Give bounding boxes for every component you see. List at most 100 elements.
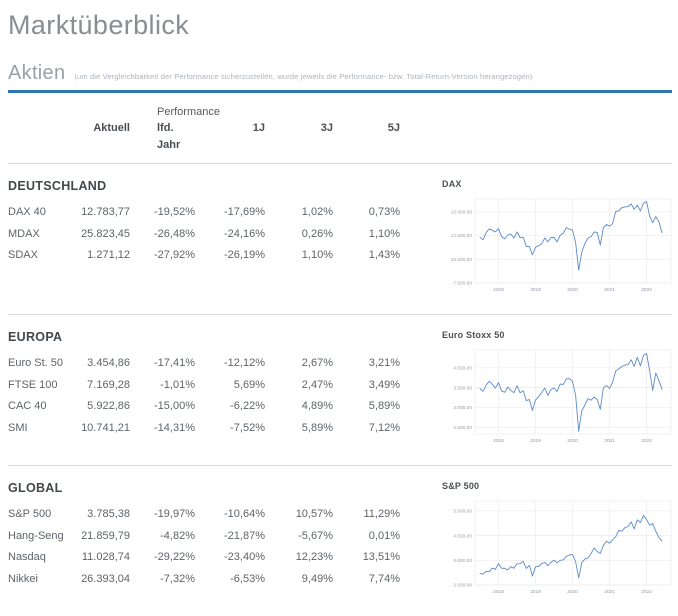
value-5j: 13,51%	[333, 547, 400, 569]
value-1j: -12,12%	[195, 353, 265, 375]
dax-chart: 7.500,0010.000,0012.500,0015.000,0020182…	[442, 195, 672, 295]
value-aktuell: 21.859,79	[70, 526, 130, 548]
accent-rule	[8, 90, 672, 93]
value-1j: 5,69%	[195, 375, 265, 397]
svg-text:15.000,00: 15.000,00	[451, 210, 473, 216]
value-aktuell: 3.785,38	[70, 504, 130, 526]
svg-text:7.500,00: 7.500,00	[453, 281, 472, 287]
value-1j: -17,69%	[195, 202, 265, 224]
svg-text:10.000,00: 10.000,00	[451, 257, 473, 263]
section-europa: EUROPA Euro St. 50 3.454,86 -17,41% -12,…	[8, 315, 672, 465]
value-1j: -10,64%	[195, 504, 265, 526]
svg-text:12.500,00: 12.500,00	[451, 233, 473, 239]
svg-text:2019: 2019	[530, 287, 541, 293]
col-header-3j: 3J	[265, 120, 333, 154]
table-row: DAX 40 12.783,77 -19,52% -17,69% 1,02% 0…	[8, 202, 410, 224]
svg-text:2020: 2020	[567, 287, 578, 293]
value-lfd-jahr: -1,01%	[130, 375, 195, 397]
svg-text:2018: 2018	[493, 438, 504, 444]
svg-text:3.000,00: 3.000,00	[453, 558, 472, 564]
value-5j: 0,73%	[333, 202, 400, 224]
value-aktuell: 26.393,04	[70, 569, 130, 591]
svg-text:5.000,00: 5.000,00	[453, 509, 472, 515]
value-5j: 5,89%	[333, 396, 400, 418]
index-label: Euro St. 50	[8, 353, 70, 375]
svg-text:2022: 2022	[641, 438, 652, 444]
chart-title-sp500: S&P 500	[442, 481, 672, 491]
value-3j: 0,26%	[265, 224, 333, 246]
page-title: Marktüberblick	[8, 10, 672, 41]
value-5j: 7,12%	[333, 418, 400, 440]
value-5j: 1,43%	[333, 245, 400, 267]
value-5j: 0,01%	[333, 526, 400, 548]
svg-text:2019: 2019	[530, 589, 541, 595]
svg-text:2021: 2021	[604, 438, 615, 444]
performance-group-label: Performance	[130, 105, 265, 120]
col-header-index	[8, 120, 70, 154]
value-3j: 9,49%	[265, 569, 333, 591]
value-aktuell: 7.169,28	[70, 375, 130, 397]
chart-title-euro-stoxx: Euro Stoxx 50	[442, 330, 672, 340]
value-aktuell: 12.783,77	[70, 202, 130, 224]
euro-stoxx-chart: 2.500,003.000,003.500,004.000,0020182019…	[442, 346, 672, 446]
svg-text:4.000,00: 4.000,00	[453, 366, 472, 372]
svg-text:2021: 2021	[604, 287, 615, 293]
value-lfd-jahr: -17,41%	[130, 353, 195, 375]
value-3j: 2,67%	[265, 353, 333, 375]
value-1j: -26,19%	[195, 245, 265, 267]
chart-title-dax: DAX	[442, 179, 672, 189]
market-overview-page: Marktüberblick Aktien (um die Vergleichb…	[0, 0, 678, 616]
value-1j: -23,40%	[195, 547, 265, 569]
value-lfd-jahr: -26,48%	[130, 224, 195, 246]
value-1j: -6,53%	[195, 569, 265, 591]
value-lfd-jahr: -19,52%	[130, 202, 195, 224]
value-aktuell: 25.823,45	[70, 224, 130, 246]
value-3j: 4,89%	[265, 396, 333, 418]
index-label: FTSE 100	[8, 375, 70, 397]
table-row: SMI 10.741,21 -14,31% -7,52% 5,89% 7,12%	[8, 418, 410, 440]
value-lfd-jahr: -14,31%	[130, 418, 195, 440]
value-aktuell: 5.922,86	[70, 396, 130, 418]
index-label: DAX 40	[8, 202, 70, 224]
value-5j: 3,49%	[333, 375, 400, 397]
aktien-heading-row: Aktien (um die Vergleichbarkeit der Perf…	[8, 62, 672, 85]
table-row: S&P 500 3.785,38 -19,97% -10,64% 10,57% …	[8, 504, 410, 526]
value-3j: 10,57%	[265, 504, 333, 526]
value-3j: 12,23%	[265, 547, 333, 569]
value-lfd-jahr: -19,97%	[130, 504, 195, 526]
svg-text:2021: 2021	[604, 589, 615, 595]
value-1j: -21,87%	[195, 526, 265, 548]
value-lfd-jahr: -27,92%	[130, 245, 195, 267]
table-row: SDAX 1.271,12 -27,92% -26,19% 1,10% 1,43…	[8, 245, 410, 267]
col-header-aktuell: Aktuell	[70, 120, 130, 154]
value-aktuell: 10.741,21	[70, 418, 130, 440]
section-deutschland: DEUTSCHLAND DAX 40 12.783,77 -19,52% -17…	[8, 164, 672, 314]
value-lfd-jahr: -29,22%	[130, 547, 195, 569]
value-3j: 1,10%	[265, 245, 333, 267]
table-row: CAC 40 5.922,86 -15,00% -6,22% 4,89% 5,8…	[8, 396, 410, 418]
table-row: Nasdaq 11.028,74 -29,22% -23,40% 12,23% …	[8, 547, 410, 569]
value-1j: -24,16%	[195, 224, 265, 246]
value-1j: -7,52%	[195, 418, 265, 440]
aktien-note: (um die Vergleichbarkeit der Performance…	[74, 72, 532, 83]
index-label: SMI	[8, 418, 70, 440]
index-label: S&P 500	[8, 504, 70, 526]
value-3j: 5,89%	[265, 418, 333, 440]
col-header-1j: 1J	[195, 120, 265, 154]
value-3j: -5,67%	[265, 526, 333, 548]
section-global: GLOBAL S&P 500 3.785,38 -19,97% -10,64% …	[8, 466, 672, 616]
table-row: Nikkei 26.393,04 -7,32% -6,53% 9,49% 7,7…	[8, 569, 410, 591]
col-header-5j: 5J	[333, 120, 400, 154]
value-3j: 2,47%	[265, 375, 333, 397]
table-row: FTSE 100 7.169,28 -1,01% 5,69% 2,47% 3,4…	[8, 375, 410, 397]
col-header-lfd-jahr: lfd. Jahr	[130, 120, 195, 154]
svg-text:2018: 2018	[493, 589, 504, 595]
svg-text:3.500,00: 3.500,00	[453, 385, 472, 391]
table-row: MDAX 25.823,45 -26,48% -24,16% 0,26% 1,1…	[8, 224, 410, 246]
value-1j: -6,22%	[195, 396, 265, 418]
table-row: Euro St. 50 3.454,86 -17,41% -12,12% 2,6…	[8, 353, 410, 375]
svg-text:2022: 2022	[641, 589, 652, 595]
index-label: Nasdaq	[8, 547, 70, 569]
value-lfd-jahr: -4,82%	[130, 526, 195, 548]
value-aktuell: 11.028,74	[70, 547, 130, 569]
